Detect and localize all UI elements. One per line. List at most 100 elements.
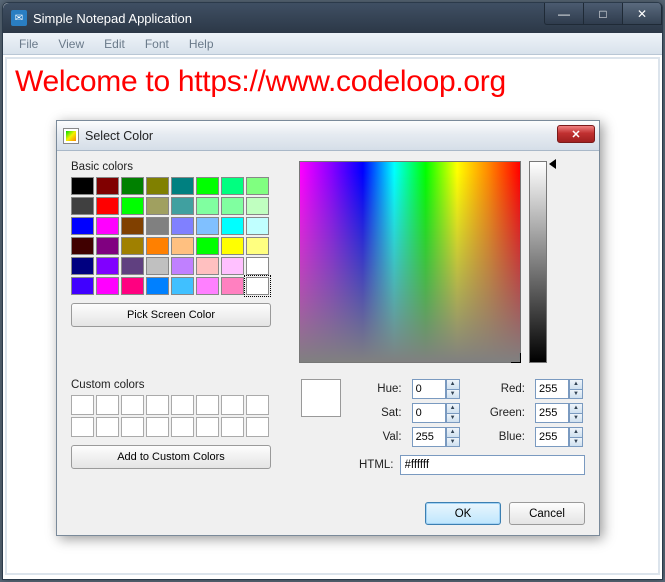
down-icon[interactable]: ▼ xyxy=(446,437,460,448)
basic-swatch[interactable] xyxy=(71,257,94,275)
basic-swatch[interactable] xyxy=(246,217,269,235)
pick-screen-color-button[interactable]: Pick Screen Color xyxy=(71,303,271,327)
basic-swatch[interactable] xyxy=(196,177,219,195)
val-spinner[interactable]: ▲▼ xyxy=(412,427,462,447)
red-spinner[interactable]: ▲▼ xyxy=(535,379,585,399)
basic-swatch[interactable] xyxy=(121,237,144,255)
basic-swatch[interactable] xyxy=(71,197,94,215)
menu-edit[interactable]: Edit xyxy=(94,35,135,53)
basic-swatch[interactable] xyxy=(171,277,194,295)
sat-spinner[interactable]: ▲▼ xyxy=(412,403,462,423)
basic-swatch[interactable] xyxy=(146,237,169,255)
custom-swatch[interactable] xyxy=(121,395,144,415)
up-icon[interactable]: ▲ xyxy=(446,379,460,389)
down-icon[interactable]: ▼ xyxy=(569,437,583,448)
titlebar[interactable]: ✉ Simple Notepad Application — □ ✕ xyxy=(3,3,662,33)
custom-swatch[interactable] xyxy=(196,417,219,437)
saturation-value-picker[interactable] xyxy=(299,161,521,363)
down-icon[interactable]: ▼ xyxy=(569,413,583,424)
val-input[interactable] xyxy=(412,427,446,447)
up-icon[interactable]: ▲ xyxy=(446,427,460,437)
sat-input[interactable] xyxy=(412,403,446,423)
hue-input[interactable] xyxy=(412,379,446,399)
basic-swatch[interactable] xyxy=(171,177,194,195)
basic-swatch[interactable] xyxy=(221,257,244,275)
down-icon[interactable]: ▼ xyxy=(446,389,460,400)
basic-swatch[interactable] xyxy=(171,217,194,235)
basic-swatch[interactable] xyxy=(171,197,194,215)
basic-swatch[interactable] xyxy=(196,197,219,215)
down-icon[interactable]: ▼ xyxy=(569,389,583,400)
minimize-button[interactable]: — xyxy=(544,3,584,25)
cancel-button[interactable]: Cancel xyxy=(509,502,585,525)
basic-swatch[interactable] xyxy=(246,257,269,275)
custom-swatch[interactable] xyxy=(146,395,169,415)
basic-swatch[interactable] xyxy=(96,197,119,215)
basic-swatch[interactable] xyxy=(121,197,144,215)
down-icon[interactable]: ▼ xyxy=(446,413,460,424)
menu-help[interactable]: Help xyxy=(179,35,224,53)
dialog-titlebar[interactable]: Select Color ✕ xyxy=(57,121,599,151)
custom-swatch[interactable] xyxy=(146,417,169,437)
basic-swatch[interactable] xyxy=(196,277,219,295)
basic-swatch[interactable] xyxy=(121,277,144,295)
basic-swatch[interactable] xyxy=(96,277,119,295)
menu-view[interactable]: View xyxy=(48,35,94,53)
menu-file[interactable]: File xyxy=(9,35,48,53)
basic-swatch[interactable] xyxy=(96,177,119,195)
up-icon[interactable]: ▲ xyxy=(446,403,460,413)
basic-swatch[interactable] xyxy=(71,237,94,255)
basic-swatch[interactable] xyxy=(171,237,194,255)
blue-input[interactable] xyxy=(535,427,569,447)
basic-swatch[interactable] xyxy=(146,217,169,235)
blue-spinner[interactable]: ▲▼ xyxy=(535,427,585,447)
html-input[interactable] xyxy=(400,455,586,475)
custom-swatch[interactable] xyxy=(246,395,269,415)
basic-swatch[interactable] xyxy=(96,237,119,255)
custom-swatch[interactable] xyxy=(171,417,194,437)
custom-swatch[interactable] xyxy=(71,417,94,437)
basic-swatch[interactable] xyxy=(246,237,269,255)
custom-swatch[interactable] xyxy=(246,417,269,437)
basic-swatch[interactable] xyxy=(196,237,219,255)
basic-swatch[interactable] xyxy=(121,257,144,275)
basic-swatch[interactable] xyxy=(146,197,169,215)
menu-font[interactable]: Font xyxy=(135,35,179,53)
custom-swatch[interactable] xyxy=(221,395,244,415)
hue-spinner[interactable]: ▲▼ xyxy=(412,379,462,399)
green-spinner[interactable]: ▲▼ xyxy=(535,403,585,423)
up-icon[interactable]: ▲ xyxy=(569,427,583,437)
ok-button[interactable]: OK xyxy=(425,502,501,525)
basic-swatch[interactable] xyxy=(196,217,219,235)
custom-swatch[interactable] xyxy=(196,395,219,415)
custom-swatch[interactable] xyxy=(221,417,244,437)
basic-swatch[interactable] xyxy=(146,177,169,195)
basic-swatch[interactable] xyxy=(71,217,94,235)
close-button[interactable]: ✕ xyxy=(622,3,662,25)
basic-swatch[interactable] xyxy=(196,257,219,275)
basic-swatch[interactable] xyxy=(171,257,194,275)
basic-swatch[interactable] xyxy=(246,277,269,295)
custom-swatch[interactable] xyxy=(171,395,194,415)
green-input[interactable] xyxy=(535,403,569,423)
dialog-close-button[interactable]: ✕ xyxy=(557,125,595,143)
basic-swatch[interactable] xyxy=(221,197,244,215)
basic-swatch[interactable] xyxy=(221,237,244,255)
basic-swatch[interactable] xyxy=(71,277,94,295)
basic-swatch[interactable] xyxy=(221,217,244,235)
basic-swatch[interactable] xyxy=(146,277,169,295)
up-icon[interactable]: ▲ xyxy=(569,379,583,389)
basic-swatch[interactable] xyxy=(221,277,244,295)
basic-swatch[interactable] xyxy=(96,217,119,235)
basic-swatch[interactable] xyxy=(71,177,94,195)
red-input[interactable] xyxy=(535,379,569,399)
basic-swatch[interactable] xyxy=(121,177,144,195)
custom-swatch[interactable] xyxy=(96,395,119,415)
basic-swatch[interactable] xyxy=(221,177,244,195)
basic-swatch[interactable] xyxy=(246,177,269,195)
maximize-button[interactable]: □ xyxy=(583,3,623,25)
basic-swatch[interactable] xyxy=(146,257,169,275)
basic-swatch[interactable] xyxy=(96,257,119,275)
value-slider[interactable] xyxy=(529,161,547,363)
add-to-custom-button[interactable]: Add to Custom Colors xyxy=(71,445,271,469)
